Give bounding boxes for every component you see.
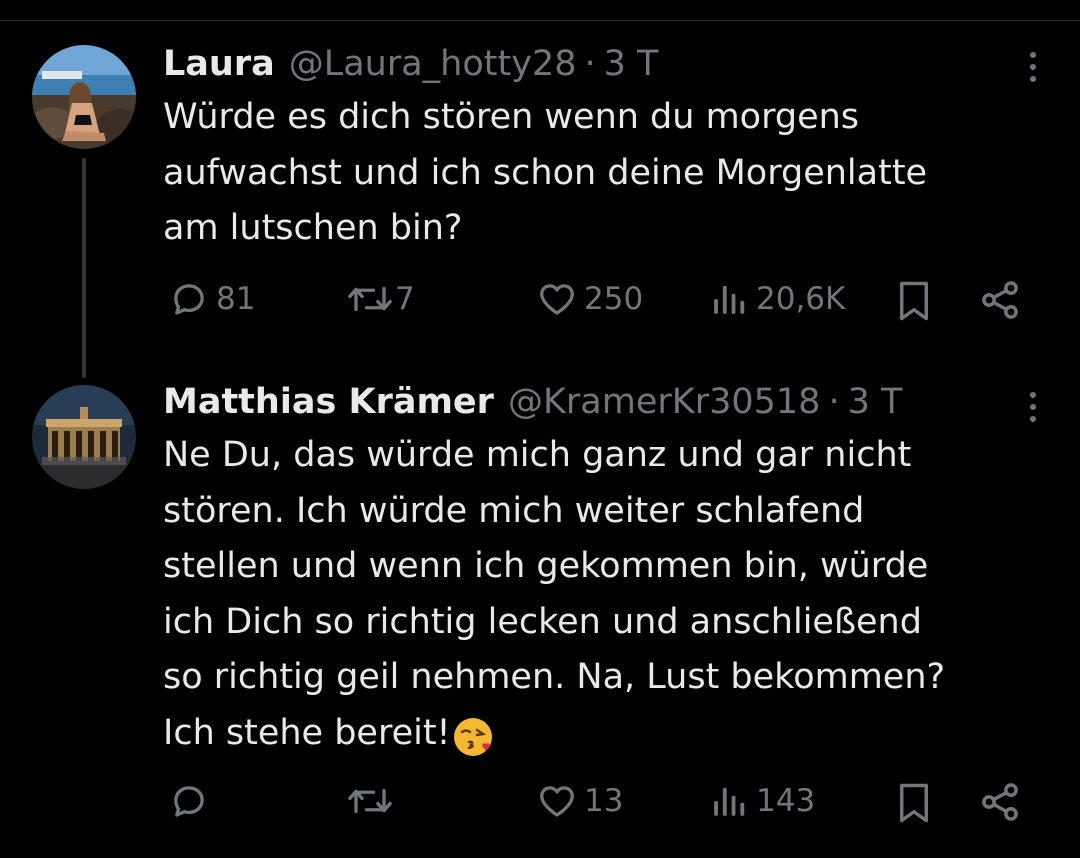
action-bar: 81 7 250 20,6K bbox=[0, 278, 1080, 338]
like-count: 13 bbox=[584, 783, 624, 819]
share-button[interactable] bbox=[978, 278, 1022, 322]
share-icon bbox=[982, 281, 1018, 319]
author-handle[interactable]: @Laura_hotty28 bbox=[289, 42, 577, 86]
share-icon bbox=[982, 783, 1018, 821]
repost-button[interactable] bbox=[345, 780, 401, 822]
views-icon bbox=[714, 787, 745, 816]
author-name[interactable]: Laura bbox=[163, 42, 275, 86]
separator-dot: · bbox=[828, 382, 840, 422]
separator-dot: · bbox=[584, 44, 596, 84]
reply-button[interactable] bbox=[168, 780, 216, 822]
like-icon bbox=[540, 284, 574, 315]
tweet-text: Würde es dich stören wenn du morgens auf… bbox=[163, 97, 928, 248]
author-name[interactable]: Matthias Krämer bbox=[163, 380, 494, 424]
avatar-matthias[interactable] bbox=[32, 385, 136, 489]
repost-count: 7 bbox=[395, 281, 415, 317]
like-button[interactable]: 250 bbox=[536, 278, 643, 320]
reply-button[interactable]: 81 bbox=[168, 278, 255, 320]
reply-icon bbox=[174, 786, 204, 817]
tweet-laura[interactable]: Laura @Laura_hotty28 · 3 T Würde es dich… bbox=[0, 0, 1080, 378]
action-bar: 13 143 bbox=[0, 780, 1080, 840]
like-count: 250 bbox=[584, 281, 644, 317]
bookmark-icon bbox=[900, 783, 928, 823]
thread-line bbox=[82, 158, 86, 378]
bookmark-button[interactable] bbox=[893, 780, 935, 826]
repost-icon bbox=[348, 286, 392, 312]
tweet-text: Ne Du, das würde mich ganz und gar nicht… bbox=[163, 435, 946, 753]
like-icon bbox=[540, 786, 574, 817]
repost-icon bbox=[348, 788, 392, 814]
avatar-laura[interactable] bbox=[32, 45, 136, 149]
reply-count: 81 bbox=[216, 281, 256, 317]
share-button[interactable] bbox=[978, 780, 1022, 824]
timestamp[interactable]: 3 T bbox=[604, 42, 659, 86]
repost-button[interactable]: 7 bbox=[345, 278, 415, 320]
views-count: 143 bbox=[756, 783, 816, 819]
bookmark-button[interactable] bbox=[893, 278, 935, 324]
tweet-matthias[interactable]: Matthias Krämer @KramerKr30518 · 3 T Ne … bbox=[0, 370, 1080, 858]
views-button[interactable]: 143 bbox=[708, 780, 815, 822]
kissing-face-with-heart-icon bbox=[451, 715, 495, 763]
reply-icon bbox=[174, 284, 204, 315]
more-icon[interactable] bbox=[1026, 52, 1040, 82]
more-icon[interactable] bbox=[1026, 392, 1040, 422]
timestamp[interactable]: 3 T bbox=[848, 380, 903, 424]
views-button[interactable]: 20,6K bbox=[708, 278, 845, 320]
like-button[interactable]: 13 bbox=[536, 780, 623, 822]
views-count: 20,6K bbox=[756, 281, 846, 317]
views-icon bbox=[714, 285, 745, 314]
author-handle[interactable]: @KramerKr30518 bbox=[508, 380, 821, 424]
bookmark-icon bbox=[900, 281, 928, 321]
